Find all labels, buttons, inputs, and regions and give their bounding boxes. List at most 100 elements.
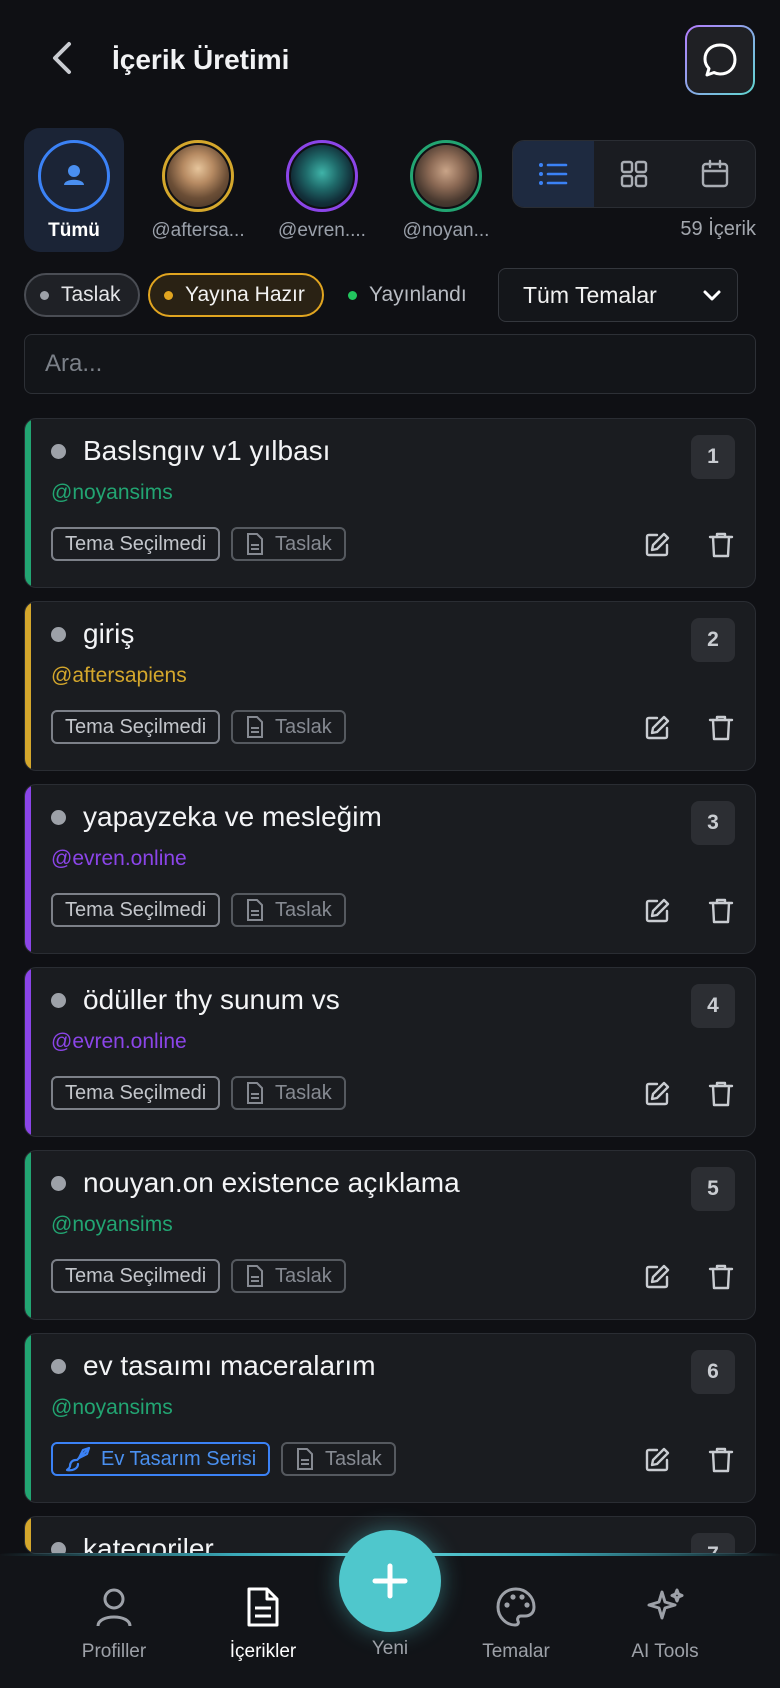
back-button[interactable] [42,38,82,78]
nav-profiles[interactable]: Profiller [49,1586,179,1663]
profile-evren[interactable]: @evren.... [272,128,372,252]
avatar [410,140,482,212]
edit-icon [645,715,670,740]
card-number: 2 [691,618,735,662]
theme-select[interactable]: Tüm Temalar [498,268,738,322]
status-dot [164,290,173,300]
status-dot [51,1176,66,1191]
theme-tag: Tema Seçilmedi [51,1259,221,1293]
avatar [162,140,234,212]
theme-tag: Tema Seçilmedi [51,710,221,744]
document-icon [247,533,263,555]
calendar-icon [701,159,728,188]
content-card[interactable]: ödüller thy sunum vs @evren.online 4 Tem… [24,967,756,1137]
delete-button[interactable] [701,1257,741,1297]
filter-published[interactable]: Yayınlandı [334,273,484,317]
edit-icon [645,1447,670,1472]
content-card[interactable]: nouyan.on existence açıklama @noyansims … [24,1150,756,1320]
status-tag: Taslak [231,527,346,561]
content-card[interactable]: giriş @aftersapiens 2 Tema Seçilmedi Tas… [24,601,756,771]
trash-icon [708,715,734,741]
nav-profiles-label: Profiller [81,1641,147,1662]
nav-contents[interactable]: İçerikler [198,1586,328,1663]
status-dot [51,444,66,459]
card-handle: @aftersapiens [51,664,187,687]
chevron-down-icon [703,290,721,301]
document-icon [247,899,263,921]
edit-button[interactable] [637,1074,677,1114]
profile-aftersapiens[interactable]: @aftersa... [148,128,248,252]
edit-button[interactable] [637,1257,677,1297]
avatar [38,140,110,212]
document-icon [247,1265,263,1287]
edit-button[interactable] [637,1440,677,1480]
card-accent-bar [25,968,31,1136]
card-number: 5 [691,1167,735,1211]
edit-icon [645,1264,670,1289]
delete-button[interactable] [701,525,741,565]
grid-view-button[interactable] [594,141,675,207]
content-card[interactable]: yapayzeka ve mesleğim @evren.online 3 Te… [24,784,756,954]
profile-noyan[interactable]: @noyan... [396,128,496,252]
card-handle: @noyansims [51,1213,173,1236]
list-view-button[interactable] [513,141,594,207]
calendar-view-button[interactable] [674,141,755,207]
document-icon [247,1587,279,1627]
theme-select-value: Tüm Temalar [523,281,657,308]
filter-draft-label: Taslak [61,283,121,306]
filter-ready-label: Yayına Hazır [185,283,305,306]
status-dot [348,290,357,300]
delete-button[interactable] [701,708,741,748]
card-handle: @evren.online [51,847,187,870]
edit-button[interactable] [637,708,677,748]
filter-draft[interactable]: Taslak [24,273,140,317]
status-tag-label: Taslak [275,1081,332,1104]
card-accent-bar [25,1334,31,1502]
card-accent-bar [25,1151,31,1319]
profile-label: @aftersa... [151,220,245,241]
document-icon [247,716,263,738]
content-card[interactable]: ev tasaımı maceralarım @noyansims 6 Ev T… [24,1333,756,1503]
theme-tag-label: Ev Tasarım Serisi [101,1447,257,1470]
status-tag: Taslak [231,710,346,744]
profile-all[interactable]: Tümü [24,128,124,252]
document-icon [247,1082,263,1104]
search-input[interactable] [24,334,756,394]
card-handle: @noyansims [51,1396,173,1419]
nav-ai-tools[interactable]: AI Tools [600,1586,730,1663]
card-title: Baslsngıv v1 yılbası [83,435,331,466]
content-card[interactable]: Baslsngıv v1 yılbası @noyansims 1 Tema S… [24,418,756,588]
trash-icon [708,1081,734,1107]
card-title: yapayzeka ve mesleğim [83,801,382,832]
nav-themes[interactable]: Temalar [451,1586,581,1663]
edit-button[interactable] [637,525,677,565]
delete-button[interactable] [701,891,741,931]
content-count: 59 İçerik [680,218,756,240]
header: İçerik Üretimi [0,24,780,96]
delete-button[interactable] [701,1440,741,1480]
card-handle: @evren.online [51,1030,187,1053]
theme-tag: Tema Seçilmedi [51,1076,221,1110]
card-number: 1 [691,435,735,479]
chat-bubble-icon [703,43,737,77]
filter-ready[interactable]: Yayına Hazır [148,273,324,317]
status-dot [51,810,66,825]
status-dot [51,1359,66,1374]
card-number: 7 [691,1533,735,1553]
edit-button[interactable] [637,891,677,931]
theme-tag: Tema Seçilmedi [51,527,221,561]
delete-button[interactable] [701,1074,741,1114]
avatar [286,140,358,212]
edit-icon [645,532,670,557]
new-content-button[interactable] [339,1530,441,1632]
page-title: İçerik Üretimi [112,44,290,75]
profile-label: @noyan... [402,220,490,241]
card-handle: @noyansims [51,481,173,504]
card-title: giriş [83,618,135,649]
status-tag: Taslak [231,893,346,927]
card-number: 4 [691,984,735,1028]
chat-button[interactable] [685,25,755,95]
paint-brush-icon [65,1446,91,1472]
new-content-label: Yeni [371,1638,409,1659]
plus-icon [372,1563,408,1599]
